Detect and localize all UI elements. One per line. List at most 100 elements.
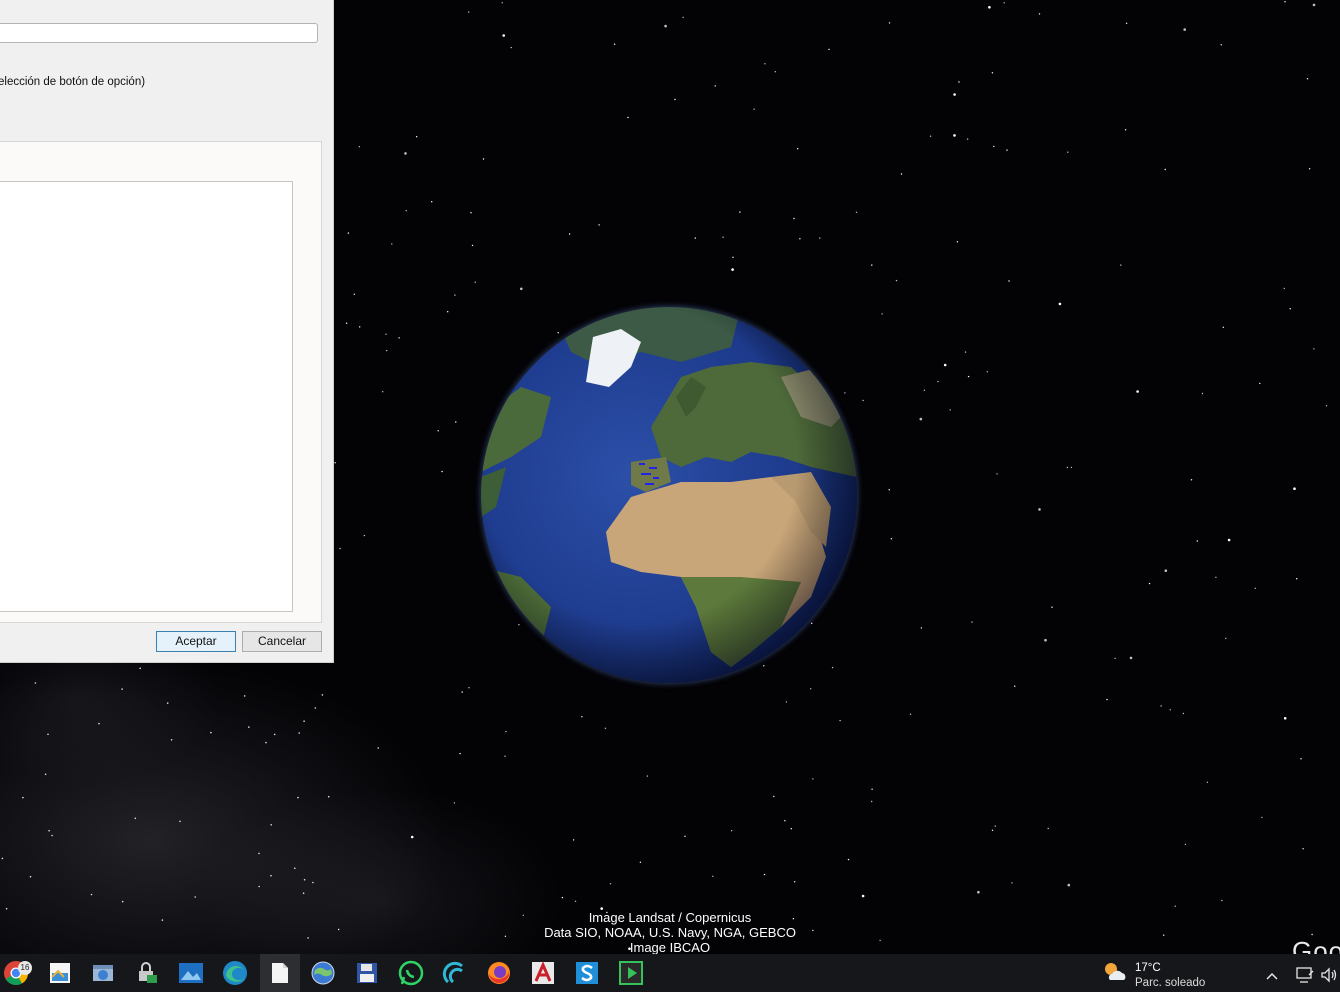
- star: [455, 421, 457, 423]
- star: [510, 46, 512, 49]
- star: [956, 241, 959, 243]
- star: [502, 34, 506, 37]
- network-lock-icon[interactable]: [131, 957, 163, 989]
- star: [1067, 883, 1071, 887]
- s-app-icon[interactable]: [571, 957, 603, 989]
- star: [986, 371, 988, 373]
- photo-viewer-icon[interactable]: [44, 957, 76, 989]
- star: [307, 937, 309, 939]
- star: [1008, 280, 1010, 282]
- star: [943, 363, 947, 367]
- star: [1, 857, 4, 860]
- weather-icon[interactable]: [1102, 960, 1128, 989]
- star: [1184, 843, 1187, 846]
- star: [900, 173, 903, 175]
- star: [810, 688, 812, 690]
- star: [179, 820, 181, 823]
- star: [5, 907, 8, 910]
- edge-icon[interactable]: [219, 957, 251, 989]
- star: [1325, 405, 1328, 407]
- media-player-icon[interactable]: [615, 957, 647, 989]
- cancel-button[interactable]: Cancelar: [242, 631, 322, 652]
- star: [44, 773, 47, 776]
- star: [1038, 508, 1041, 511]
- star: [358, 146, 361, 148]
- star: [345, 322, 348, 324]
- star: [298, 732, 301, 734]
- star: [977, 890, 980, 894]
- star: [468, 687, 470, 689]
- network-icon[interactable]: [1296, 966, 1314, 989]
- star: [1225, 637, 1227, 640]
- star: [468, 11, 470, 13]
- star: [844, 392, 846, 394]
- star: [1313, 348, 1315, 350]
- star: [1289, 308, 1291, 310]
- wave-app-icon[interactable]: [439, 957, 471, 989]
- star: [604, 727, 607, 729]
- star: [895, 279, 898, 282]
- star: [1196, 540, 1199, 542]
- star: [470, 212, 472, 214]
- star: [684, 835, 686, 837]
- dialog-list-box[interactable]: [0, 181, 293, 612]
- star: [210, 731, 212, 734]
- earth-globe[interactable]: [481, 307, 857, 683]
- star: [297, 796, 299, 799]
- star: [888, 489, 890, 491]
- attribution-line-1: Image Landsat / Copernicus: [588, 910, 752, 925]
- star: [879, 939, 881, 942]
- star: [1222, 326, 1225, 328]
- star: [731, 268, 734, 271]
- star: [861, 894, 865, 898]
- star: [461, 691, 463, 693]
- star: [29, 875, 32, 878]
- star: [831, 666, 834, 669]
- weather-temperature[interactable]: 17°C: [1135, 962, 1161, 974]
- star: [871, 264, 873, 266]
- star: [1254, 587, 1257, 589]
- star: [377, 747, 379, 749]
- star: [437, 430, 439, 432]
- star: [574, 900, 577, 902]
- star: [382, 391, 384, 393]
- star: [639, 861, 642, 863]
- star: [248, 726, 250, 728]
- star: [1067, 151, 1069, 153]
- star: [790, 828, 792, 830]
- star: [386, 349, 388, 352]
- weather-description[interactable]: Parc. soleado: [1135, 977, 1205, 989]
- star: [98, 722, 100, 725]
- star: [270, 824, 273, 826]
- star: [557, 332, 559, 334]
- star: [712, 875, 714, 877]
- star: [572, 839, 575, 841]
- save-disk-icon[interactable]: [351, 957, 383, 989]
- star: [988, 6, 991, 9]
- photos-icon[interactable]: [175, 957, 207, 989]
- star: [454, 294, 456, 296]
- document-icon[interactable]: [260, 954, 300, 992]
- star: [953, 134, 956, 137]
- firefox-icon[interactable]: [483, 957, 515, 989]
- whatsapp-icon[interactable]: [395, 957, 427, 989]
- accept-button[interactable]: Aceptar: [156, 631, 236, 652]
- google-earth-icon[interactable]: [307, 957, 339, 989]
- star: [518, 624, 520, 626]
- star: [363, 534, 366, 537]
- star: [121, 900, 124, 903]
- volume-icon[interactable]: [1320, 966, 1338, 989]
- star: [797, 148, 799, 150]
- star: [812, 778, 814, 780]
- star: [811, 622, 813, 624]
- acrobat-icon[interactable]: [527, 957, 559, 989]
- star: [1136, 390, 1139, 393]
- star: [520, 287, 523, 291]
- star: [47, 733, 49, 736]
- control-panel-icon[interactable]: [87, 957, 119, 989]
- dialog-text-field[interactable]: [0, 23, 318, 43]
- chevron-up-icon[interactable]: [1265, 968, 1279, 986]
- star: [1066, 466, 1069, 469]
- star: [258, 852, 260, 855]
- star: [871, 788, 873, 790]
